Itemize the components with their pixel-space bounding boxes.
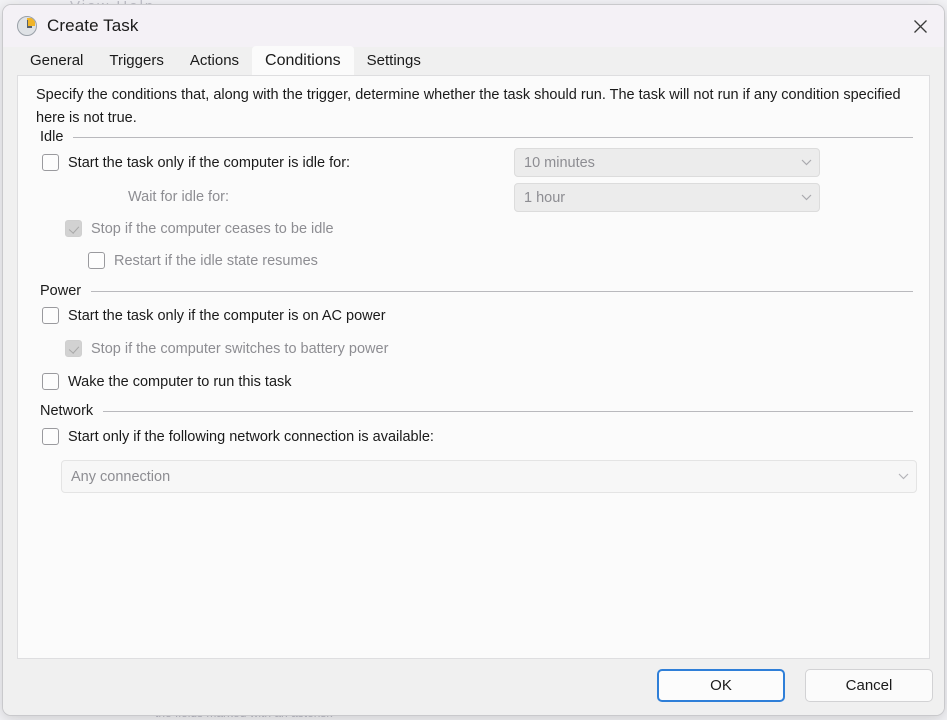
close-icon[interactable]	[896, 5, 944, 47]
group-header-power: Power	[40, 283, 913, 299]
checkbox-label-stop-if-ceases-idle: Stop if the computer ceases to be idle	[91, 220, 334, 237]
group-rule-idle	[73, 136, 913, 138]
checkbox-label-restart-if-idle-resumes: Restart if the idle state resumes	[114, 252, 318, 269]
label-wait-for-idle: Wait for idle for:	[128, 189, 229, 205]
group-rule-power	[91, 290, 913, 292]
combo-network-connection-value: Any connection	[71, 468, 171, 485]
checkbox-label-start-if-ac-power: Start the task only if the computer is o…	[68, 307, 386, 324]
checkbox-restart-if-idle-resumes[interactable]	[88, 252, 105, 269]
tab-general[interactable]: General	[17, 48, 96, 75]
dialog-title: Create Task	[47, 16, 139, 35]
group-label-idle: Idle	[40, 129, 64, 145]
checkbox-row-start-if-idle[interactable]: Start the task only if the computer is i…	[42, 154, 350, 171]
conditions-description: Specify the conditions that, along with …	[36, 87, 901, 126]
dialog-titlebar: Create Task	[3, 5, 944, 47]
tab-conditions[interactable]: Conditions	[252, 46, 354, 76]
ok-button[interactable]: OK	[657, 669, 785, 702]
checkbox-label-wake-computer: Wake the computer to run this task	[68, 373, 292, 390]
combo-idle-duration[interactable]: 10 minutes	[514, 148, 820, 177]
checkbox-start-if-ac-power[interactable]	[42, 307, 59, 324]
checkbox-start-if-network[interactable]	[42, 428, 59, 445]
checkbox-stop-if-ceases-idle[interactable]	[65, 220, 82, 237]
combo-network-connection[interactable]: Any connection	[61, 460, 917, 493]
checkbox-label-start-if-idle: Start the task only if the computer is i…	[68, 154, 351, 171]
tab-actions[interactable]: Actions	[177, 48, 252, 75]
create-task-dialog: Create Task General Triggers Actions Con…	[2, 4, 945, 716]
group-label-power: Power	[40, 283, 82, 299]
checkbox-stop-if-battery[interactable]	[65, 340, 82, 357]
group-label-network: Network	[40, 403, 94, 419]
checkbox-row-wake-computer[interactable]: Wake the computer to run this task	[42, 373, 292, 390]
chevron-down-icon	[890, 473, 916, 480]
dialog-footer: OK Cancel	[3, 659, 944, 715]
combo-idle-duration-value: 10 minutes	[524, 154, 595, 171]
label-row-wait-for-idle: Wait for idle for:	[128, 189, 229, 205]
checkbox-row-stop-if-battery[interactable]: Stop if the computer switches to battery…	[65, 340, 388, 357]
chevron-down-icon	[793, 159, 819, 166]
group-rule-network	[103, 410, 913, 412]
clock-icon	[17, 16, 37, 36]
checkbox-row-start-if-network[interactable]: Start only if the following network conn…	[42, 428, 434, 445]
checkbox-row-restart-if-idle-resumes[interactable]: Restart if the idle state resumes	[88, 252, 318, 269]
combo-wait-for-idle-duration[interactable]: 1 hour	[514, 183, 820, 212]
checkbox-label-start-if-network: Start only if the following network conn…	[68, 428, 434, 445]
checkbox-row-start-if-ac-power[interactable]: Start the task only if the computer is o…	[42, 307, 386, 324]
conditions-panel: Specify the conditions that, along with …	[17, 75, 930, 659]
checkbox-row-stop-if-ceases-idle[interactable]: Stop if the computer ceases to be idle	[65, 220, 334, 237]
checkbox-label-stop-if-battery: Stop if the computer switches to battery…	[91, 340, 389, 357]
checkbox-wake-computer[interactable]	[42, 373, 59, 390]
tab-triggers[interactable]: Triggers	[96, 48, 176, 75]
combo-wait-for-idle-value: 1 hour	[524, 189, 566, 206]
tab-settings[interactable]: Settings	[354, 48, 434, 75]
cancel-button[interactable]: Cancel	[805, 669, 933, 702]
chevron-down-icon	[793, 194, 819, 201]
group-header-idle: Idle	[40, 129, 913, 145]
tab-strip: General Triggers Actions Conditions Sett…	[3, 46, 944, 76]
checkbox-start-if-idle[interactable]	[42, 154, 59, 171]
group-header-network: Network	[40, 403, 913, 419]
